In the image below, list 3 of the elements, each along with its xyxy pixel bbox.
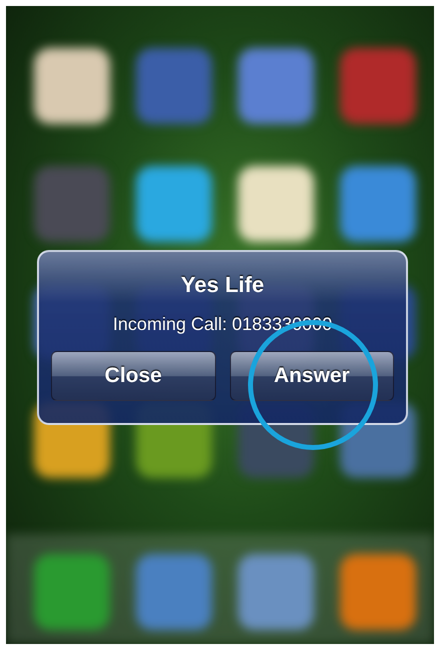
close-button[interactable]: Close	[51, 351, 216, 401]
alert-title: Yes Life	[180, 272, 264, 298]
answer-button[interactable]: Answer	[230, 351, 394, 401]
